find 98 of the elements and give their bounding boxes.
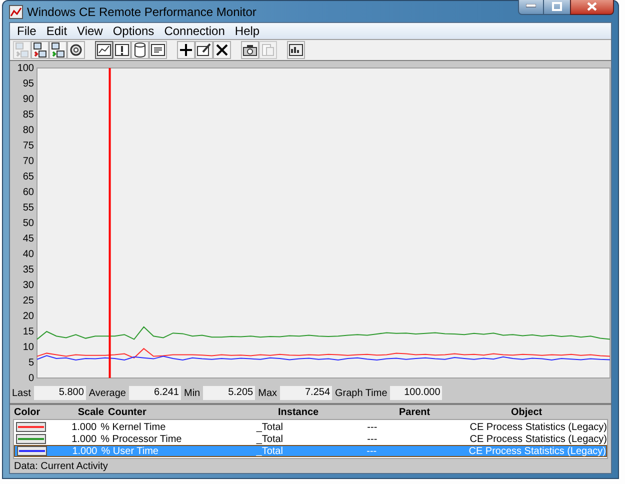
- color-swatch: [16, 434, 46, 444]
- menu-item[interactable]: File: [12, 22, 42, 40]
- table-cell-text: _Total: [256, 444, 284, 458]
- y-tick-label: 90: [22, 94, 34, 105]
- options-icon: [288, 42, 304, 58]
- y-tick-label: 60: [22, 187, 34, 198]
- y-tick-label: 10: [22, 342, 34, 353]
- status-text: Data: Current Activity: [14, 460, 108, 474]
- computer-icon: [50, 42, 66, 58]
- toolbar-button[interactable]: [67, 41, 85, 59]
- y-tick-label: 85: [22, 110, 34, 120]
- menu-item[interactable]: Edit: [41, 22, 72, 40]
- table-cell-text: CE Process Statistics (Legacy): [470, 420, 608, 434]
- y-tick-label: 55: [22, 202, 34, 214]
- close-button[interactable]: [570, 0, 614, 15]
- stat-label: Graph Time: [335, 386, 388, 400]
- delete-icon: [214, 42, 230, 58]
- toolbar-button[interactable]: [287, 41, 305, 59]
- edit-icon: [196, 42, 212, 58]
- color-swatch: [16, 422, 46, 432]
- maximize-button[interactable]: [544, 0, 570, 15]
- y-tick-label: 15: [22, 326, 34, 338]
- table-row[interactable]: 1.000 % Kernel Time _Total --- CE Process Statistics (Legacy): [14, 421, 607, 433]
- table-cell-text: CE Process Statistics (Legacy): [470, 432, 608, 446]
- computer-icon: [14, 42, 30, 58]
- table-cell-text: _Total: [256, 432, 284, 446]
- menu-item[interactable]: View: [72, 22, 108, 40]
- close-icon: [587, 2, 597, 10]
- stat-value-field: 5.800: [34, 386, 86, 400]
- y-tick-label: 65: [22, 172, 34, 182]
- y-tick-label: 70: [22, 156, 34, 167]
- stat-label: Last: [12, 386, 31, 400]
- y-tick-label: 100: [17, 63, 34, 74]
- color-swatch: [17, 446, 47, 456]
- column-header[interactable]: Scale: [72, 404, 108, 420]
- stat-value-field: 5.205: [203, 386, 256, 400]
- stat-value-field: 100.000: [390, 386, 442, 400]
- y-tick-label: 40: [22, 249, 34, 260]
- table-cell-text: ---: [366, 444, 378, 458]
- stat-value-field: 7.254: [280, 386, 332, 400]
- column-header[interactable]: Counter: [108, 404, 278, 420]
- toolbar-button[interactable]: [49, 41, 67, 59]
- y-tick-label: 0: [28, 373, 34, 384]
- menu-item[interactable]: Help: [230, 22, 265, 40]
- y-tick-label: 30: [22, 280, 34, 291]
- column-header[interactable]: Instance: [278, 404, 399, 420]
- y-tick-label: 35: [22, 264, 34, 276]
- toolbar-button[interactable]: [113, 41, 131, 59]
- cylinder-icon: [132, 42, 148, 58]
- table-cell-text: 1.000: [70, 432, 98, 446]
- maximize-icon: [552, 2, 562, 10]
- column-header[interactable]: Color: [14, 404, 72, 420]
- table-cell-text: % User Time: [101, 444, 160, 458]
- window-title: Windows CE Remote Performance Monitor: [27, 4, 256, 20]
- y-tick-label: 20: [22, 311, 34, 322]
- table-cell-text: 1.000: [71, 444, 98, 458]
- page-icon: [260, 42, 276, 58]
- table-cell-text: ---: [367, 432, 378, 446]
- y-tick-label: 95: [22, 78, 34, 90]
- y-tick-label: 75: [22, 140, 34, 152]
- stat-label: Max: [258, 386, 278, 400]
- toolbar-button[interactable]: [177, 41, 195, 59]
- table-cell-text: CE Process Statistics (Legacy): [468, 444, 606, 458]
- y-tick-label: 45: [22, 234, 34, 244]
- y-tick-label: 80: [22, 125, 34, 136]
- table-cell-text: _Total: [256, 420, 284, 434]
- toolbar-button[interactable]: [149, 41, 167, 59]
- stat-label: Min: [184, 386, 200, 400]
- toolbar-button[interactable]: [31, 41, 49, 59]
- menu-item[interactable]: Connection: [159, 22, 230, 40]
- toolbar-button[interactable]: [213, 41, 231, 59]
- table-cell-text: % Kernel Time: [100, 420, 167, 434]
- table-cell-text: ---: [367, 420, 378, 434]
- table-row[interactable]: 1.000 % Processor Time _Total --- CE Process Statistics (Legacy): [14, 433, 607, 445]
- column-header[interactable]: Object: [511, 404, 607, 420]
- report-icon: [150, 42, 166, 58]
- toolbar-button[interactable]: [241, 41, 259, 59]
- app-icon: [9, 4, 23, 18]
- stat-label: Average: [88, 386, 126, 400]
- table-cell-text: 1.000: [70, 420, 98, 434]
- chart-icon: [96, 42, 112, 58]
- y-tick-label: 50: [22, 218, 34, 229]
- y-tick-label: 5: [28, 358, 34, 368]
- plus-icon: [178, 42, 194, 58]
- toolbar-button[interactable]: [195, 41, 213, 59]
- camera-icon: [242, 42, 258, 58]
- gear-icon: [68, 42, 84, 58]
- minimize-button[interactable]: [518, 0, 544, 15]
- computer-icon: [32, 42, 48, 58]
- y-tick-label: 25: [22, 296, 34, 306]
- menu-item[interactable]: Options: [108, 22, 160, 40]
- toolbar-button[interactable]: [131, 41, 149, 59]
- column-header[interactable]: Parent: [399, 404, 511, 420]
- table-cell-text: % Processor Time: [100, 432, 183, 446]
- toolbar-button[interactable]: [95, 41, 113, 59]
- stat-value-field: 6.241: [128, 386, 181, 400]
- minimize-icon: [526, 4, 536, 8]
- alert-icon: [114, 42, 130, 58]
